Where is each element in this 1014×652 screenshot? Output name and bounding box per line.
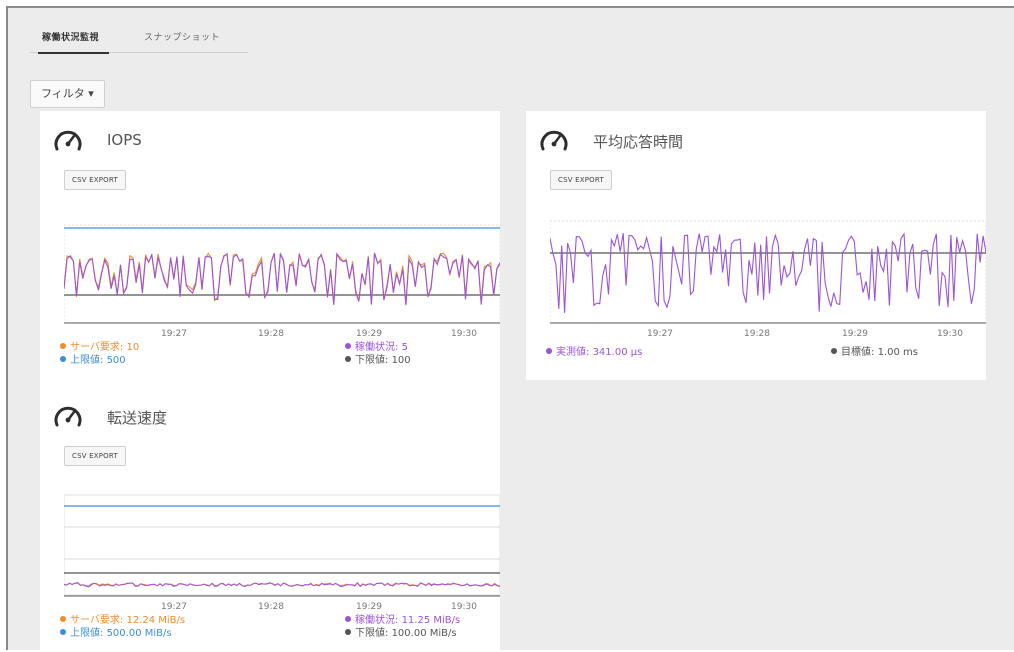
legend-label: 下限値:: [355, 628, 389, 639]
plot-area: [64, 494, 500, 596]
x-tick-label: 19:29: [356, 329, 382, 339]
legend-operation-status: 稼働状況: 11.25 MiB/s: [345, 614, 495, 627]
transfer-speed-chart: 19:27 19:28 19:29 19:30: [64, 494, 500, 612]
tab-bar: 稼働状況監視 スナップショット: [30, 24, 248, 54]
gauge-icon: [540, 130, 568, 151]
csv-export-button[interactable]: CSV EXPORT: [64, 170, 126, 190]
filter-dropdown[interactable]: フィルタ ▾: [30, 80, 105, 108]
iops-panel: IOPS CSV EXPORT 19:27 19:28 19:29 19:30 サーバ…: [40, 111, 500, 387]
panel-title: 転送速度: [107, 409, 168, 427]
iops-chart: 19:27 19:28 19:29 19:30: [64, 224, 500, 339]
x-tick-label: 19:28: [258, 329, 284, 339]
legend-label: 実測値:: [556, 347, 590, 358]
legend-upper-limit: 上限値: 500: [60, 354, 260, 367]
legend-server-request: サーバ要求: 12.24 MiB/s: [60, 614, 260, 627]
legend-label: 上限値:: [70, 355, 104, 366]
legend-dot: [345, 616, 351, 622]
tab-operation-monitoring[interactable]: 稼働状況監視: [37, 30, 110, 54]
main-content: 稼働状況監視 スナップショット フィルタ ▾ IOPS CSV EXPORT 1…: [6, 6, 1014, 652]
legend-dot: [345, 629, 351, 635]
x-tick-label: 19:30: [451, 602, 477, 612]
legend-server-request: サーバ要求: 10: [60, 341, 260, 354]
legend-value: 500: [106, 355, 126, 366]
x-tick-label: 19:29: [842, 329, 868, 339]
legend-value: 100.00 MiB/s: [391, 628, 457, 639]
panel-title: 平均応答時間: [593, 133, 684, 151]
legend-label: 稼働状況:: [355, 342, 399, 353]
legend-target: 目標値: 1.00 ms: [831, 346, 981, 359]
legend-value: 11.25 MiB/s: [401, 615, 461, 626]
legend-dot: [546, 348, 552, 354]
gauge-icon: [54, 406, 82, 427]
legend-value: 10: [126, 342, 140, 353]
x-tick-label: 19:27: [647, 329, 673, 339]
x-tick-label: 19:30: [937, 329, 963, 339]
legend-operation-status: 稼働状況: 5: [345, 341, 495, 354]
legend-label: 稼働状況:: [355, 615, 399, 626]
legend-value: 1.00 ms: [877, 347, 918, 358]
panel-title: IOPS: [107, 131, 142, 149]
transfer-speed-panel: 転送速度 CSV EXPORT 19:27 19:28 19:29 19:30 サーバ…: [40, 387, 500, 652]
measured-series: [550, 232, 986, 313]
legend-value: 12.24 MiB/s: [126, 615, 186, 626]
legend-lower-limit: 下限値: 100: [345, 354, 495, 367]
response-time-panel: 平均応答時間 CSV EXPORT 19:27 19:28 19:29 19:30 実…: [526, 111, 986, 380]
legend-upper-limit: 上限値: 500.00 MiB/s: [60, 627, 260, 640]
legend-label: サーバ要求:: [70, 342, 124, 353]
legend-dot: [345, 343, 351, 349]
legend-label: 上限値:: [70, 628, 104, 639]
legend-dot: [345, 356, 351, 362]
response-time-chart: 19:27 19:28 19:29 19:30: [550, 220, 986, 339]
plot-area: [64, 224, 500, 324]
legend-dot: [60, 343, 66, 349]
legend-dot: [60, 629, 66, 635]
legend-measured: 実測値: 341.00 μs: [546, 346, 766, 359]
x-tick-label: 19:30: [451, 329, 477, 339]
x-tick-label: 19:29: [356, 602, 382, 612]
gauge-icon: [54, 130, 82, 151]
csv-export-button[interactable]: CSV EXPORT: [64, 446, 126, 466]
legend-dot: [60, 356, 66, 362]
operation-status-series: [64, 581, 500, 588]
x-tick-label: 19:28: [744, 329, 770, 339]
legend-dot: [60, 616, 66, 622]
x-tick-label: 19:28: [258, 602, 284, 612]
legend-value: 5: [401, 342, 408, 353]
x-tick-label: 19:27: [161, 329, 187, 339]
x-tick-label: 19:27: [161, 602, 187, 612]
legend-value: 341.00 μs: [592, 347, 643, 358]
csv-export-button[interactable]: CSV EXPORT: [550, 170, 612, 190]
tab-snapshot[interactable]: スナップショット: [144, 30, 220, 43]
legend-label: 目標値:: [841, 347, 875, 358]
legend-label: 下限値:: [355, 355, 389, 366]
legend-value: 100: [391, 355, 411, 366]
legend-lower-limit: 下限値: 100.00 MiB/s: [345, 627, 495, 640]
legend-value: 500.00 MiB/s: [106, 628, 172, 639]
legend-dot: [831, 348, 837, 354]
legend-label: サーバ要求:: [70, 615, 124, 626]
operation-status-series: [64, 252, 500, 306]
